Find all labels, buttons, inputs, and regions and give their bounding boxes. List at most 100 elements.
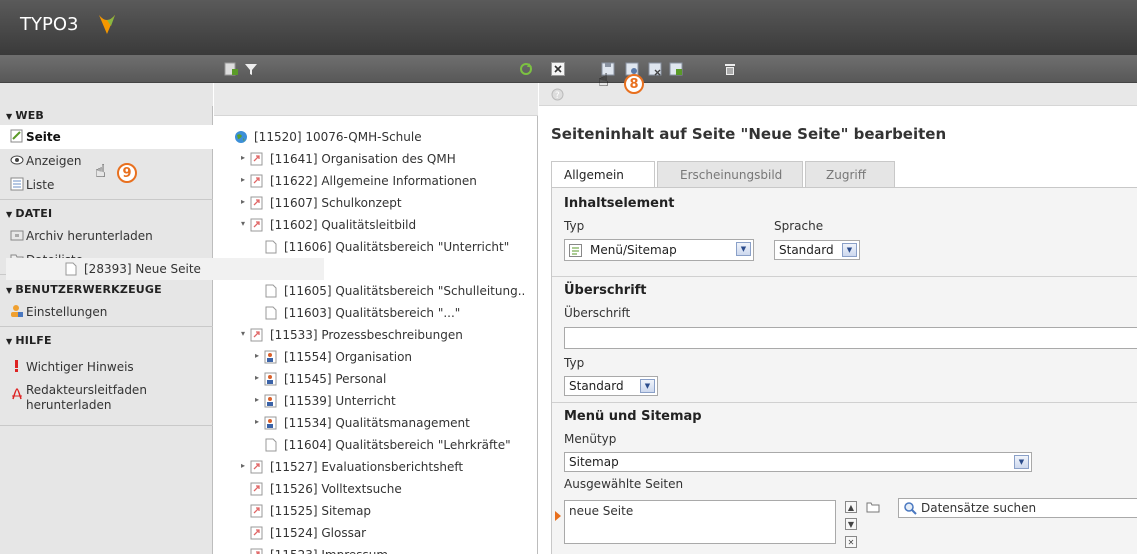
new-page-icon[interactable] [223,61,239,77]
top-bar: TYPO3 [0,0,1137,55]
refresh-icon[interactable] [518,61,534,77]
tree-node[interactable]: [11520] 10076-QMH-Schule [234,126,422,148]
section-ueberschrift: Überschrift [564,283,647,298]
chevron-down-icon[interactable]: ▼ [842,243,857,257]
expand-arrow-icon[interactable]: ▸ [241,153,245,162]
save-and-close-icon[interactable] [647,61,663,77]
tree-node[interactable]: [11622] Allgemeine Informationen [250,170,477,192]
content-type-select[interactable]: Menü/Sitemap ▼ [564,239,754,261]
tab-allgemein[interactable]: Allgemein [551,161,655,188]
page-link-icon [250,526,263,540]
expand-arrow-icon[interactable]: ▸ [255,395,259,404]
tree-node-label: [11533] Prozessbeschreibungen [270,328,463,342]
header-type-value: Standard [569,379,624,393]
tree-node[interactable]: [11603] Qualitätsbereich "..." [264,302,460,324]
sidebar-item-label: Anzeigen [26,154,82,168]
tree-node[interactable]: [11525] Sitemap [250,500,371,522]
language-select[interactable]: Standard ▼ [774,240,860,260]
page-icon [265,284,277,298]
tree-node-label: [11526] Volltextsuche [270,482,402,496]
tree-node-label: [11605] Qualitätsbereich "Schulleitung.. [284,284,526,298]
tree-node[interactable]: [11524] Glossar [250,522,366,544]
section-benutzerwerkzeuge-title: BENUTZERWERKZEUGE [15,283,162,296]
page-group-icon [264,394,277,408]
section-datei[interactable]: ▼ DATEI [6,207,52,220]
sidebar-item-redakteursleitfaden[interactable]: Redakteursleitfaden herunterladen [0,383,213,417]
sitemap-icon [569,243,582,257]
module-menu: ▼ WEB Seite Anzeigen Liste ▼ DATEI Archiv … [0,83,213,554]
tree-node[interactable]: [11641] Organisation des QMH [250,148,456,170]
chevron-down-icon[interactable]: ▼ [1014,455,1029,469]
tree-node[interactable]: [11539] Unterricht [264,390,396,412]
eye-icon [10,155,24,165]
tree-node-label: [28393] Neue Seite [84,262,201,276]
trash-icon[interactable] [722,61,738,77]
move-down-icon[interactable]: ▼ [845,518,857,530]
chevron-down-icon[interactable]: ▼ [736,242,751,256]
tree-node[interactable]: [11606] Qualitätsbereich "Unterricht" [264,236,509,258]
selected-page-item[interactable]: neue Seite [569,504,633,518]
typo3-logo[interactable]: TYPO3 [20,14,115,35]
selected-pages-list[interactable]: neue Seite [564,500,836,544]
tree-node[interactable]: [11527] Evaluationsberichtsheft [250,456,463,478]
tab-zugriff[interactable]: Zugriff [805,161,895,187]
sidebar-item-einstellungen[interactable]: Einstellungen [0,300,213,324]
divider [552,402,1137,403]
menu-type-select[interactable]: Sitemap ▼ [564,452,1032,472]
sidebar-item-anzeigen[interactable]: Anzeigen [0,149,213,173]
browse-folder-icon[interactable] [866,501,880,513]
tree-node[interactable]: [11523] Impressum [250,544,388,554]
tree-node[interactable]: [11604] Qualitätsbereich "Lehrkräfte" [264,434,511,456]
page-link-icon [250,460,263,474]
section-hilfe[interactable]: ▼ HILFE [6,334,52,347]
page-link-icon [250,482,263,496]
cursor-hand-icon: ☝ [598,70,609,91]
collapse-arrow-icon[interactable]: ▾ [241,219,245,228]
expand-arrow-icon[interactable]: ▸ [241,197,245,206]
section-benutzerwerkzeuge[interactable]: ▼ BENUTZERWERKZEUGE [6,283,162,296]
expand-arrow-icon[interactable]: ▸ [241,175,245,184]
pdf-icon [12,388,22,400]
user-settings-icon [11,305,23,317]
tree-node[interactable]: [11526] Volltextsuche [250,478,402,500]
header-input[interactable] [564,327,1137,349]
required-marker-icon [555,511,561,521]
expand-arrow-icon[interactable]: ▸ [255,373,259,382]
expand-arrow-icon[interactable]: ▸ [255,417,259,426]
filter-icon[interactable] [243,61,259,77]
page-icon [265,306,277,320]
sidebar-item-archiv[interactable]: Archiv herunterladen [0,224,213,248]
record-search-input[interactable]: Datensätze suchen [898,498,1137,518]
page-link-icon [250,196,263,210]
header-type-select[interactable]: Standard ▼ [564,376,658,396]
sidebar-item-wichtiger-hinweis[interactable]: Wichtiger Hinweis [0,355,213,379]
tree-node-label: [11525] Sitemap [270,504,372,518]
tree-node[interactable]: [28393] Neue Seite [6,258,324,280]
move-up-icon[interactable]: ▲ [845,501,857,513]
section-web[interactable]: ▼ WEB [6,109,44,122]
sidebar-item-liste[interactable]: Liste [0,173,213,197]
help-icon[interactable]: ? [551,88,564,101]
remove-icon[interactable]: ✕ [845,536,857,548]
tab-erscheinungsbild[interactable]: Erscheinungsbild [657,161,803,187]
sidebar-spacer [0,83,213,106]
tree-node[interactable]: [11605] Qualitätsbereich "Schulleitung.. [264,280,525,302]
tree-node[interactable]: [11554] Organisation [264,346,412,368]
tree-node-label: [11523] Impressum [270,548,388,554]
close-icon[interactable] [550,61,566,77]
tree-node[interactable]: [11545] Personal [264,368,386,390]
tree-node[interactable]: [11534] Qualitätsmanagement [264,412,470,434]
expand-arrow-icon[interactable]: ▸ [241,461,245,470]
save-and-new-icon[interactable] [668,61,684,77]
tree-node-label: [11554] Organisation [284,350,413,364]
tree-node[interactable]: [11533] Prozessbeschreibungen [250,324,463,346]
chevron-down-icon[interactable]: ▼ [640,379,655,393]
sidebar-item-seite[interactable]: Seite [0,125,213,149]
collapse-arrow-icon[interactable]: ▾ [241,329,245,338]
expand-arrow-icon[interactable]: ▸ [255,351,259,360]
search-placeholder: Datensätze suchen [921,501,1037,515]
divider [0,199,213,200]
tree-node[interactable]: [11602] Qualitätsleitbild [250,214,416,236]
tree-node-label: [11602] Qualitätsleitbild [270,218,417,232]
tree-node[interactable]: [11607] Schulkonzept [250,192,402,214]
